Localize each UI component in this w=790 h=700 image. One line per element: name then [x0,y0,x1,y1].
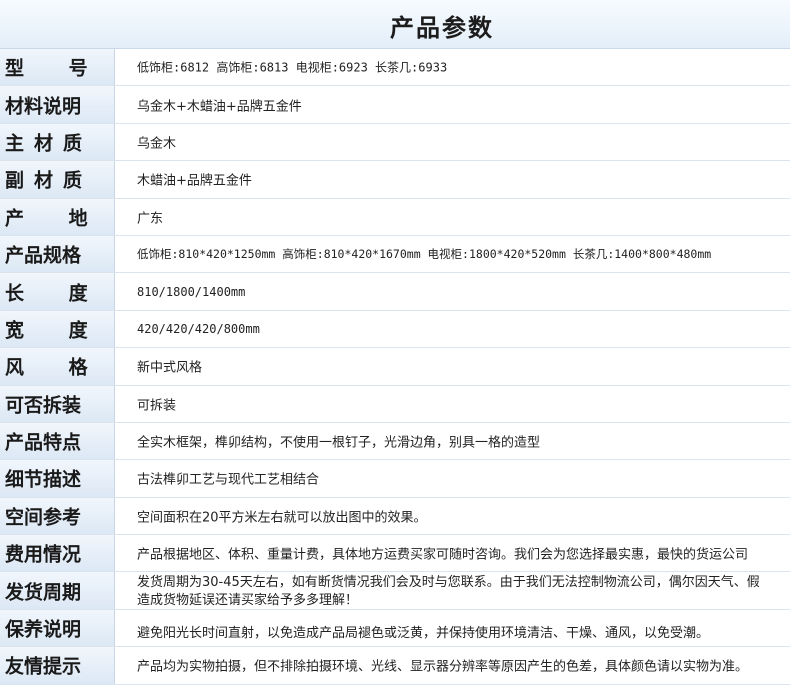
row-value: 古法榫卯工艺与现代工艺相结合 [137,472,320,488]
label-cell: 副材质 [0,161,115,198]
row-label: 风 格 [5,356,107,379]
table-row-shipping: 发货周期 发货周期为30-45天左右，如有断货情况我们会及时与您联系。由于我们无… [0,572,790,610]
table-row-costs: 费用情况 产品根据地区、体积、重量计费，具体地方运费买家可随时咨询。我们会为您选… [0,535,790,573]
row-label: 费用情况 [5,543,82,566]
row-value: 810/1800/1400mm [137,284,246,299]
table-row-care: 保养说明 避免阳光长时间直射，以免造成产品局褪色或泛黄，并保持使用环境清洁、干燥… [0,609,790,648]
table-row-tips: 友情提示 产品均为实物拍摄，但不排除拍摄环境、光线、显示器分辨率等原因产生的色差… [0,647,790,685]
label-cell: 发货周期 [0,572,115,609]
table-row-material: 材料说明 乌金木+木蜡油+品牌五金件 [0,86,790,124]
row-label: 可否拆装 [5,394,82,417]
row-label: 产品规格 [5,244,82,267]
table-row-space: 空间参考 空间面积在20平方米左右就可以放出图中的效果。 [0,497,790,536]
product-params-table: 型 号 低饰柜:6812 高饰柜:6813 电视柜:6923 长茶几:6933 … [0,49,790,685]
row-value: 发货周期为30-45天左右，如有断货情况我们会及时与您联系。由于我们无法控制物流… [137,574,790,610]
row-value: 产品根据地区、体积、重量计费，具体地方运费买家可随时咨询。我们会为您选择最实惠，… [137,547,749,563]
label-cell: 长 度 [0,273,115,310]
row-label: 保养说明 [5,618,82,641]
table-row-main-material: 主材质 乌金木 [0,123,790,162]
row-value: 乌金木+木蜡油+品牌五金件 [137,99,302,115]
label-cell: 产 地 [0,198,115,235]
label-cell: 细节描述 [0,460,115,497]
row-value: 低饰柜:6812 高饰柜:6813 电视柜:6923 长茶几:6933 [137,60,448,75]
row-value: 乌金木 [137,136,177,152]
label-cell: 空间参考 [0,497,115,535]
label-cell: 产品特点 [0,422,115,460]
label-cell: 友情提示 [0,647,115,684]
row-label: 宽 度 [5,319,107,342]
row-label: 主材质 [5,132,93,155]
table-row-style: 风 格 新中式风格 [0,348,790,386]
header-bar: 产品参数 [0,0,790,49]
table-row-length: 长 度 810/1800/1400mm [0,273,790,311]
row-label: 长 度 [5,282,107,305]
table-row-model: 型 号 低饰柜:6812 高饰柜:6813 电视柜:6923 长茶几:6933 [0,49,790,87]
row-value: 新中式风格 [137,360,203,376]
label-cell: 可否拆装 [0,385,115,422]
row-label: 细节描述 [5,468,82,491]
row-label: 产 地 [5,207,107,230]
label-cell: 型 号 [0,49,115,86]
label-cell: 产品规格 [0,235,115,273]
row-value-line: 造成货物延误还请买家给予多多理解！ [137,593,359,609]
page-title: 产品参数 [390,14,494,42]
row-label: 空间参考 [5,506,82,529]
label-cell: 材料说明 [0,86,115,123]
row-value: 避免阳光长时间直射，以免造成产品局褪色或泛黄，并保持使用环境清洁、干燥、通风，以… [137,625,710,641]
row-value: 产品均为实物拍摄，但不排除拍摄环境、光线、显示器分辨率等原因产生的色差，具体颜色… [137,659,749,675]
label-cell: 风 格 [0,348,115,385]
row-label: 友情提示 [5,655,82,678]
row-value: 可拆装 [137,398,177,414]
table-row-detachable: 可否拆装 可拆装 [0,385,790,423]
row-value: 全实木框架，榫卯结构，不使用一根钉子，光滑边角，别具一格的造型 [137,435,541,451]
table-row-secondary-material: 副材质 木蜡油+品牌五金件 [0,161,790,199]
row-value: 420/420/420/800mm [137,321,260,336]
table-row-details: 细节描述 古法榫卯工艺与现代工艺相结合 [0,460,790,498]
row-label: 副材质 [5,169,93,192]
row-value: 广东 [137,211,164,227]
row-value-line: 发货周期为30-45天左右，如有断货情况我们会及时与您联系。由于我们无法控制物流… [137,575,760,591]
row-label: 产品特点 [5,431,82,454]
label-cell: 主材质 [0,123,115,161]
row-value: 空间面积在20平方米左右就可以放出图中的效果。 [137,510,427,526]
table-row-specs: 产品规格 低饰柜:810*420*1250mm 高饰柜:810*420*1670… [0,235,790,274]
table-row-width: 宽 度 420/420/420/800mm [0,310,790,349]
table-row-origin: 产 地 广东 [0,198,790,236]
row-label: 型 号 [5,57,107,80]
label-cell: 保养说明 [0,609,115,647]
table-row-features: 产品特点 全实木框架，榫卯结构，不使用一根钉子，光滑边角，别具一格的造型 [0,422,790,461]
row-value: 木蜡油+品牌五金件 [137,173,252,189]
row-label: 材料说明 [5,95,82,118]
row-label: 发货周期 [5,581,82,604]
label-cell: 宽 度 [0,310,115,348]
label-cell: 费用情况 [0,535,115,572]
row-value: 低饰柜:810*420*1250mm 高饰柜:810*420*1670mm 电视… [137,247,712,262]
